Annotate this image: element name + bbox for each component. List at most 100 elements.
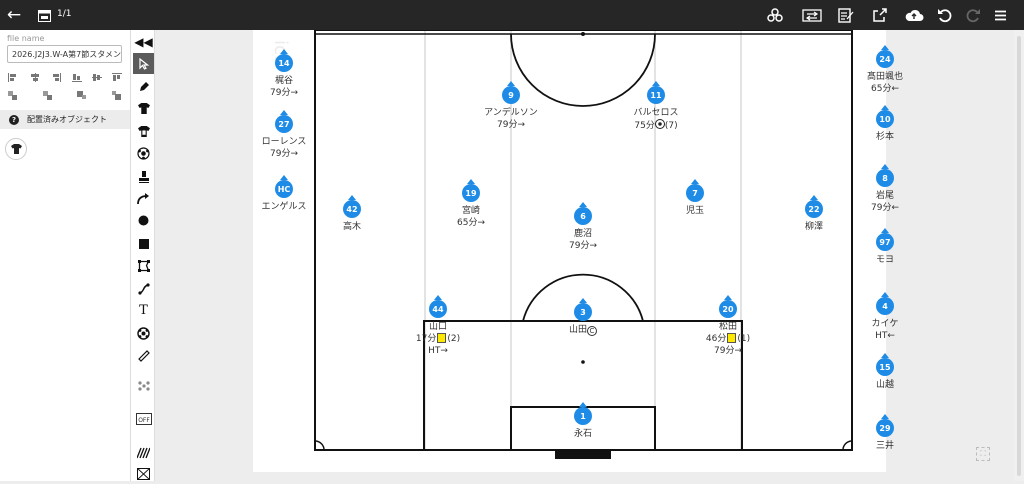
distribute-2-icon[interactable] bbox=[43, 91, 53, 100]
yellow-card-icon bbox=[727, 333, 737, 343]
align-top-icon[interactable] bbox=[72, 73, 82, 82]
player-name: モヨ bbox=[875, 255, 894, 265]
player-token[interactable]: 7 児玉 bbox=[647, 179, 743, 217]
player-name: 三井 bbox=[875, 441, 894, 451]
player-number: 42 bbox=[343, 195, 361, 218]
player-name: 児玉 bbox=[685, 206, 704, 216]
circle-tool-icon[interactable] bbox=[133, 210, 154, 231]
collapse-panel-icon[interactable]: ◀◀ bbox=[133, 31, 154, 52]
player-number: 15 bbox=[876, 353, 894, 376]
player-note-row: 46分 (1) bbox=[680, 333, 776, 345]
bench-player-token[interactable]: 27 ローレンス 79分→ bbox=[236, 110, 332, 160]
top-toolbar: ← 1/1 bbox=[0, 0, 1024, 30]
text-tool-icon[interactable]: T bbox=[133, 300, 154, 321]
shirt-icon bbox=[10, 144, 22, 154]
player-number: 3 bbox=[574, 298, 592, 321]
bench-player-token[interactable]: 8 岩尾 79分← bbox=[837, 164, 933, 214]
undo-icon[interactable] bbox=[934, 4, 954, 26]
captain-icon: C bbox=[587, 326, 597, 336]
player-token[interactable]: 6 鹿沼 79分→ bbox=[535, 202, 631, 252]
player-token[interactable]: 20 松田 46分 (1) 79分→ bbox=[680, 295, 776, 357]
yellow-card-icon bbox=[437, 333, 447, 343]
ball-tool-icon[interactable] bbox=[133, 143, 154, 164]
cloud-upload-icon[interactable] bbox=[903, 4, 925, 26]
player-name: 梶谷 bbox=[274, 76, 293, 86]
bench-player-token[interactable]: HC エンゲルス bbox=[236, 175, 332, 213]
bench-player-token[interactable]: 24 髙田颯也 65分← bbox=[837, 45, 933, 95]
player-name: 山田 bbox=[568, 325, 587, 335]
help-icon[interactable]: ? bbox=[9, 114, 19, 125]
align-center-h-icon[interactable] bbox=[30, 73, 40, 82]
player-number: 29 bbox=[876, 414, 894, 437]
player-token[interactable]: 19 宮崎 65分→ bbox=[423, 179, 519, 229]
bench-player-token[interactable]: 15 山越 bbox=[837, 353, 933, 391]
polygon-tool-icon[interactable] bbox=[133, 255, 154, 276]
bench-player-token[interactable]: 29 三井 bbox=[837, 414, 933, 452]
select-tool-icon[interactable] bbox=[133, 53, 154, 74]
player-token[interactable]: 3 山田 C bbox=[535, 298, 631, 336]
bench-player-token[interactable]: 4 カイケ HT← bbox=[837, 292, 933, 342]
distribute-3-icon[interactable] bbox=[77, 91, 87, 100]
swap-players-icon[interactable] bbox=[801, 4, 823, 26]
align-left-icon[interactable] bbox=[8, 73, 18, 82]
placed-objects-header[interactable]: ? 配置済みオブジェクト bbox=[0, 110, 130, 129]
player-token[interactable]: 9 アンデルソン 79分→ bbox=[463, 81, 559, 131]
player-number: 44 bbox=[429, 295, 447, 318]
align-center-v-icon[interactable] bbox=[92, 73, 102, 82]
fit-screen-icon[interactable]: ⛶ bbox=[976, 447, 990, 461]
off-toggle-icon[interactable]: OFF bbox=[133, 407, 154, 428]
player-name: カイケ bbox=[871, 319, 899, 329]
calendar-icon[interactable] bbox=[36, 4, 52, 26]
line-tool-icon[interactable] bbox=[133, 278, 154, 299]
align-right-icon[interactable] bbox=[51, 73, 61, 82]
player-note: 46分 bbox=[705, 334, 727, 344]
player-number: 9 bbox=[502, 81, 520, 104]
distribute-4-icon[interactable] bbox=[112, 91, 122, 100]
player-number: 7 bbox=[686, 179, 704, 202]
vertical-scrollbar[interactable] bbox=[1014, 30, 1024, 481]
menu-icon[interactable] bbox=[991, 4, 1009, 26]
bench-player-token[interactable]: 97 モヨ bbox=[837, 228, 933, 266]
player-name: 柳澤 bbox=[804, 222, 823, 232]
file-name-input[interactable]: 2026.J2J3.W-A第7節スタメン bbox=[7, 45, 122, 63]
player-note: 79分→ bbox=[270, 149, 298, 159]
square-tool-icon[interactable] bbox=[133, 233, 154, 254]
player-name: 山越 bbox=[875, 380, 894, 390]
player-token[interactable]: 44 山口 17分 (2) HT→ bbox=[390, 295, 486, 357]
player-name: 岩尾 bbox=[875, 191, 894, 201]
board-canvas[interactable]: ict 1 永石 3 山田C 44 山口 17分(2) HT→ 20 松田 46… bbox=[253, 30, 903, 472]
light-shirt-tool-icon[interactable] bbox=[133, 121, 154, 142]
bench-player-token[interactable]: 14 梶谷 79分→ bbox=[236, 49, 332, 99]
back-button[interactable]: ← bbox=[4, 4, 24, 26]
dark-shirt-tool-icon[interactable] bbox=[133, 98, 154, 119]
export-icon[interactable] bbox=[870, 4, 890, 26]
player-token[interactable]: 11 バルセロス 75分 (7) bbox=[608, 81, 704, 132]
player-note: 79分← bbox=[871, 203, 899, 213]
ruler-tool-icon[interactable] bbox=[133, 345, 154, 366]
player-name: 永石 bbox=[573, 429, 592, 439]
redo-icon[interactable] bbox=[963, 4, 983, 26]
player-name: バルセロス bbox=[633, 108, 679, 118]
player-note-row: 75分 (7) bbox=[608, 119, 704, 132]
grid-tool-icon[interactable] bbox=[133, 442, 154, 463]
pen-tool-icon[interactable] bbox=[133, 76, 154, 97]
player-number: 6 bbox=[574, 202, 592, 225]
distribute-1-icon[interactable] bbox=[8, 91, 18, 100]
player-note: 65分← bbox=[871, 84, 899, 94]
player-note: 17分 bbox=[415, 334, 437, 344]
tool-strip: ◀◀ T OFF bbox=[130, 30, 155, 481]
ball-group-tool-icon[interactable] bbox=[133, 323, 154, 344]
scrollbar-thumb[interactable] bbox=[1017, 36, 1021, 476]
file-name-label: file name bbox=[7, 34, 45, 43]
share-nodes-icon[interactable] bbox=[765, 4, 785, 26]
curved-arrow-tool-icon[interactable] bbox=[133, 188, 154, 209]
player-token[interactable]: 1 永石 bbox=[535, 402, 631, 440]
notes-icon[interactable] bbox=[836, 4, 856, 26]
player-name: 松田 bbox=[718, 322, 737, 332]
placed-shirt-object[interactable] bbox=[5, 138, 27, 160]
formation-tool-icon[interactable] bbox=[133, 375, 154, 396]
align-bottom-icon[interactable] bbox=[112, 73, 122, 82]
bench-player-token[interactable]: 10 杉本 bbox=[837, 105, 933, 143]
stamp-tool-icon[interactable] bbox=[133, 166, 154, 187]
player-number: 1 bbox=[574, 402, 592, 425]
